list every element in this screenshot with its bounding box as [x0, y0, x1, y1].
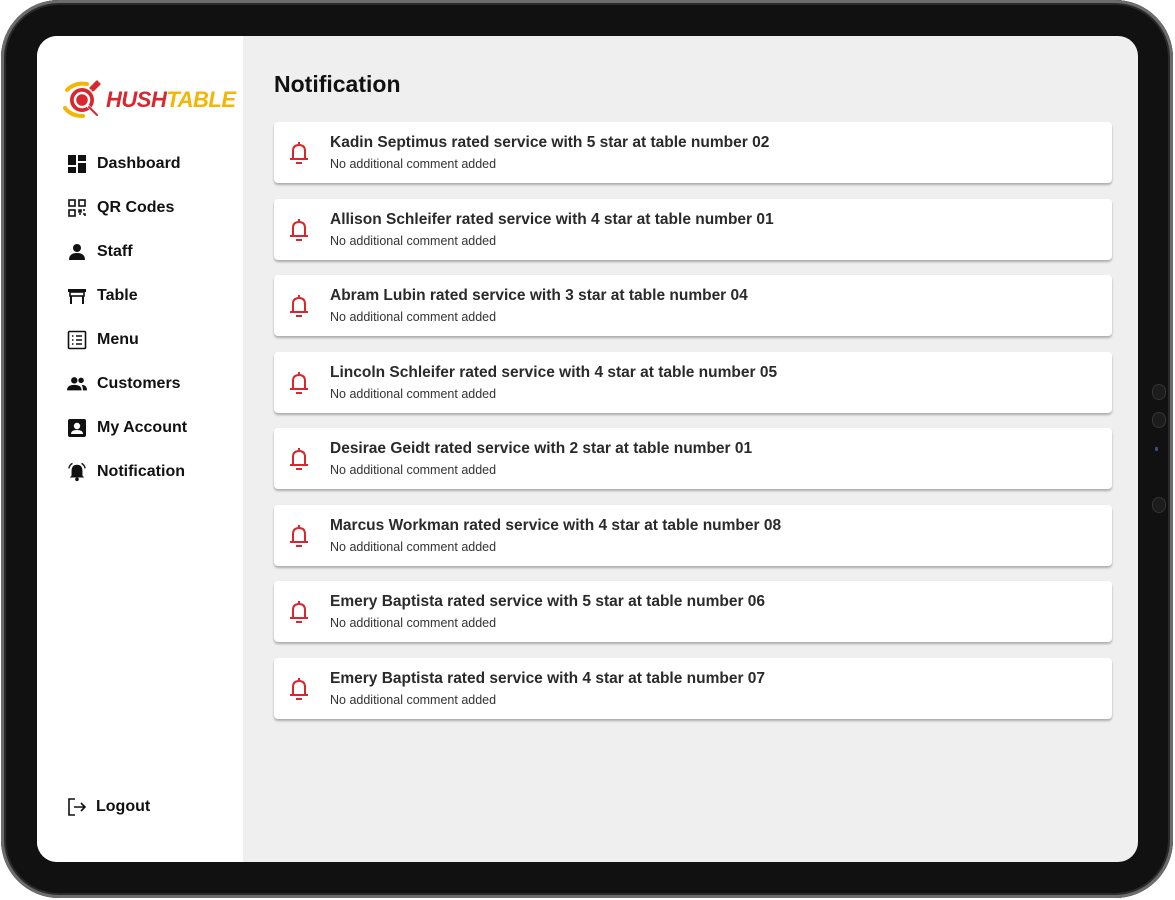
- brand-logo[interactable]: HUSHTABLE: [61, 80, 236, 120]
- sidebar-item-dashboard[interactable]: Dashboard: [67, 142, 237, 186]
- bell-icon: [287, 598, 311, 626]
- notification-card[interactable]: Abram Lubin rated service with 3 star at…: [274, 275, 1112, 336]
- alarm-bell-icon: [67, 462, 87, 482]
- notification-card[interactable]: Kadin Septimus rated service with 5 star…: [274, 122, 1112, 183]
- notification-comment: No additional comment added: [330, 616, 497, 630]
- logout-icon: [67, 797, 87, 817]
- account-box-icon: [67, 418, 87, 438]
- notification-title: Abram Lubin rated service with 3 star at…: [330, 287, 748, 304]
- logout-button[interactable]: Logout: [67, 796, 150, 818]
- notification-title: Emery Baptista rated service with 4 star…: [330, 669, 766, 687]
- notification-card[interactable]: Desirae Geidt rated service with 2 star …: [274, 428, 1112, 489]
- notification-card[interactable]: Emery Baptista rated service with 5 star…: [274, 581, 1112, 642]
- notification-comment: No additional comment added: [330, 692, 497, 707]
- sidebar: HUSHTABLE Dashboard QR Codes Staff Table…: [37, 36, 243, 862]
- sidebar-item-label: QR Codes: [97, 199, 175, 216]
- sidebar-item-staff[interactable]: Staff: [67, 230, 237, 274]
- bell-icon: [287, 445, 311, 473]
- notification-comment: No additional comment added: [330, 386, 497, 401]
- sidebar-item-qr-codes[interactable]: QR Codes: [67, 186, 237, 230]
- side-button: [1153, 413, 1165, 427]
- brand-name-part1: HUSH: [106, 87, 167, 112]
- logout-label: Logout: [96, 798, 151, 815]
- notification-list: Kadin Septimus rated service with 5 star…: [274, 122, 1112, 734]
- bell-icon: [287, 139, 311, 167]
- side-indicator: [1155, 447, 1158, 451]
- notification-title: Allison Schleifer rated service with 4 s…: [330, 210, 774, 228]
- logo-mark-icon: [61, 80, 105, 120]
- sidebar-item-label: My Account: [97, 419, 188, 436]
- sidebar-item-customers[interactable]: Customers: [67, 362, 237, 406]
- bell-icon: [287, 522, 311, 550]
- sidebar-item-label: Menu: [97, 331, 139, 348]
- page-title: Notification: [274, 71, 401, 97]
- notification-title: Marcus Workman rated service with 4 star…: [330, 516, 782, 534]
- sidebar-item-notification[interactable]: Notification: [67, 450, 237, 494]
- brand-name-part2: TABLE: [166, 87, 236, 112]
- menu-list-icon: [67, 330, 87, 350]
- bell-icon: [287, 369, 311, 397]
- side-button: [1153, 498, 1165, 512]
- app-screen: HUSHTABLE Dashboard QR Codes Staff Table…: [37, 36, 1138, 862]
- sidebar-item-table[interactable]: Table: [67, 274, 237, 318]
- notification-comment: No additional comment added: [330, 310, 497, 324]
- sidebar-item-label: Staff: [97, 243, 133, 260]
- main-content: Notification Kadin Septimus rated servic…: [243, 36, 1138, 862]
- bell-icon: [287, 292, 311, 320]
- people-icon: [67, 374, 87, 394]
- notification-title: Kadin Septimus rated service with 5 star…: [330, 134, 770, 151]
- table-icon: [67, 286, 87, 306]
- bell-icon: [287, 675, 311, 703]
- notification-card[interactable]: Emery Baptista rated service with 4 star…: [274, 657, 1112, 719]
- tablet-frame: HUSHTABLE Dashboard QR Codes Staff Table…: [1, 0, 1173, 898]
- notification-title: Emery Baptista rated service with 5 star…: [330, 593, 766, 610]
- side-button: [1153, 385, 1165, 399]
- notification-title: Lincoln Schleifer rated service with 4 s…: [330, 363, 778, 381]
- bell-icon: [287, 216, 311, 244]
- notification-comment: No additional comment added: [330, 463, 497, 477]
- sidebar-item-label: Dashboard: [97, 155, 181, 172]
- notification-comment: No additional comment added: [330, 539, 497, 554]
- sidebar-item-my-account[interactable]: My Account: [67, 406, 237, 450]
- notification-card[interactable]: Marcus Workman rated service with 4 star…: [274, 504, 1112, 566]
- sidebar-nav: Dashboard QR Codes Staff Table Menu Cust…: [67, 142, 237, 494]
- dashboard-icon: [67, 154, 87, 174]
- notification-card[interactable]: Allison Schleifer rated service with 4 s…: [274, 198, 1112, 260]
- person-icon: [67, 242, 87, 262]
- sidebar-item-menu[interactable]: Menu: [67, 318, 237, 362]
- notification-comment: No additional comment added: [330, 157, 497, 171]
- sidebar-item-label: Table: [97, 287, 138, 304]
- notification-card[interactable]: Lincoln Schleifer rated service with 4 s…: [274, 351, 1112, 413]
- sidebar-item-label: Notification: [97, 463, 185, 480]
- brand-name: HUSHTABLE: [106, 87, 236, 113]
- notification-title: Desirae Geidt rated service with 2 star …: [330, 440, 753, 457]
- sidebar-item-label: Customers: [97, 375, 181, 392]
- qr-code-icon: [67, 198, 87, 218]
- notification-comment: No additional comment added: [330, 233, 497, 248]
